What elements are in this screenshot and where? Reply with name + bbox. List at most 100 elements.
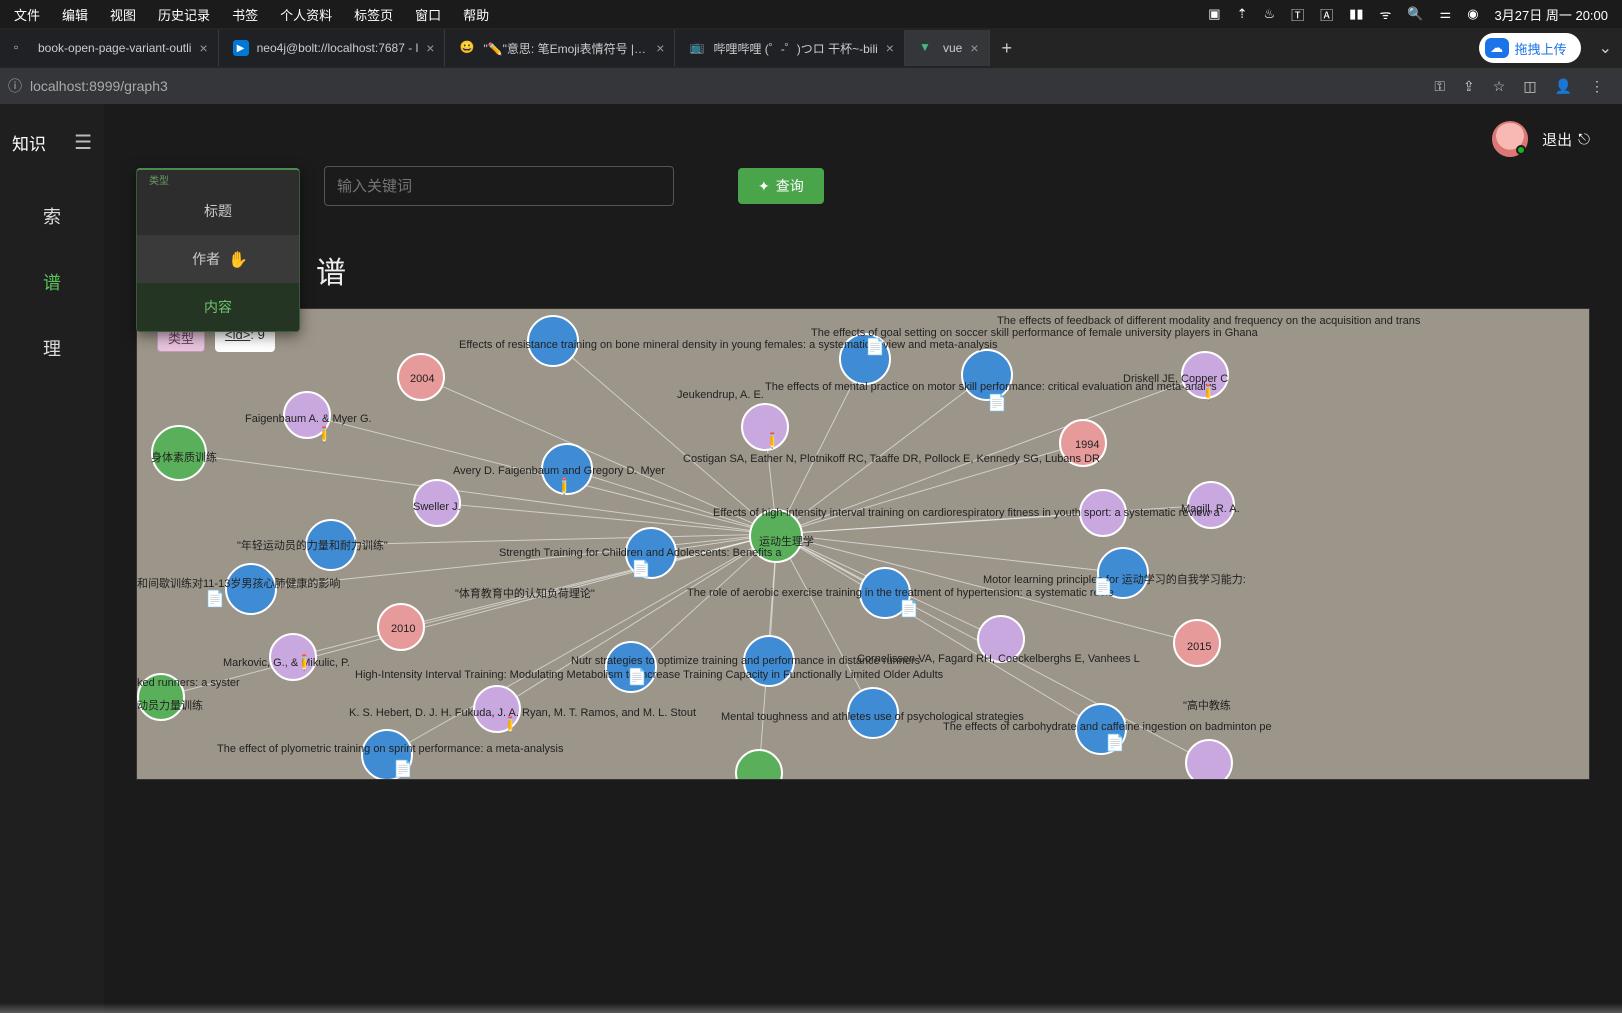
graph-label: Magill, R. A. bbox=[1181, 503, 1240, 515]
upload-button[interactable]: ☁ 拖拽上传 bbox=[1479, 33, 1581, 63]
macos-menubar: 文件 编辑 视图 历史记录 书签 个人资料 标签页 窗口 帮助 ▣ ⇡ ♨ 🅃 … bbox=[0, 0, 1622, 28]
graph-label: 身体素质训练 bbox=[151, 449, 217, 465]
avatar[interactable] bbox=[1492, 121, 1528, 157]
app-container: 知识 ☰ 索 谱 理 退出 ⎋ 类型 标题 作者 ✋ bbox=[0, 104, 1622, 1013]
tab-label: "✏️"意思: 笔Emoji表情符号 | Em bbox=[483, 40, 648, 57]
close-icon[interactable]: × bbox=[970, 40, 978, 56]
graph-label: "年轻运动员的力量和耐力训练" bbox=[237, 537, 388, 553]
sidebar-item-manage[interactable]: 理 bbox=[0, 315, 104, 381]
site-info-icon[interactable]: ⓘ bbox=[8, 76, 22, 96]
share-icon[interactable]: ⇪ bbox=[1463, 78, 1475, 95]
neo4j-icon: ▶ bbox=[233, 40, 249, 56]
header-row: 退出 ⎋ bbox=[136, 104, 1590, 174]
menu-tabs[interactable]: 标签页 bbox=[354, 5, 393, 24]
tab-neo4j[interactable]: ▶ neo4j@bolt://localhost:7687 - l × bbox=[219, 30, 446, 66]
wifi-icon[interactable]: ᯤ bbox=[1379, 5, 1391, 23]
key-icon[interactable]: ⚿ bbox=[1434, 78, 1445, 95]
bookmark-icon[interactable]: ☆ bbox=[1493, 78, 1506, 95]
tab-book-open[interactable]: ▫ book-open-page-variant-outli × bbox=[0, 30, 219, 66]
hamburger-icon[interactable]: ☰ bbox=[74, 130, 92, 155]
note-icon: 📄 bbox=[865, 337, 885, 357]
graph-node[interactable] bbox=[741, 403, 789, 451]
menu-bookmarks[interactable]: 书签 bbox=[232, 5, 258, 24]
dropdown-opt-title[interactable]: 标题 bbox=[137, 187, 299, 235]
dock-hint bbox=[0, 1003, 1622, 1013]
graph-label: 2010 bbox=[391, 623, 415, 635]
graph-node[interactable] bbox=[1185, 739, 1233, 780]
dropdown-opt-author[interactable]: 作者 ✋ bbox=[137, 235, 299, 283]
side-panel-icon[interactable]: ◫ bbox=[1523, 78, 1536, 95]
note-icon: 📄 bbox=[1105, 733, 1125, 753]
close-icon[interactable]: × bbox=[426, 40, 434, 56]
tab-label: vue bbox=[943, 41, 962, 55]
menu-edit[interactable]: 编辑 bbox=[62, 5, 88, 24]
kebab-menu-icon[interactable]: ⋮ bbox=[1590, 78, 1604, 95]
fan-icon[interactable]: ♨ bbox=[1263, 6, 1275, 22]
graph-label: K. S. Hebert, D. J. H. Fukuda, J. A. Rya… bbox=[349, 707, 696, 719]
graph-label: The effects of feedback of different mod… bbox=[997, 315, 1420, 327]
note-icon: 📄 bbox=[205, 589, 225, 609]
query-button[interactable]: ✦ 查询 bbox=[738, 168, 824, 204]
tab-emoji[interactable]: 😀 "✏️"意思: 笔Emoji表情符号 | Em × bbox=[445, 30, 675, 66]
vue-icon: ▼ bbox=[919, 40, 935, 56]
dropdown-opt-content[interactable]: 内容 bbox=[137, 283, 299, 331]
menu-help[interactable]: 帮助 bbox=[463, 5, 489, 24]
cursor-icon: ✋ bbox=[228, 252, 248, 269]
siri-icon[interactable]: ◉ bbox=[1467, 6, 1478, 22]
graph-label: High-Intensity Interval Training: Modula… bbox=[355, 669, 943, 681]
new-tab-button[interactable]: + bbox=[990, 38, 1025, 59]
spotlight-icon[interactable]: 🔍 bbox=[1407, 6, 1423, 22]
tab-vue[interactable]: ▼ vue × bbox=[905, 30, 990, 66]
menu-file[interactable]: 文件 bbox=[14, 5, 40, 24]
tab-label: book-open-page-variant-outli bbox=[38, 41, 191, 55]
brand-label: 知识 bbox=[12, 130, 46, 155]
close-icon[interactable]: × bbox=[886, 40, 894, 56]
browser-tab-strip: ▫ book-open-page-variant-outli × ▶ neo4j… bbox=[0, 28, 1622, 68]
tabs-dropdown-icon[interactable]: ⌄ bbox=[1589, 38, 1622, 58]
text-icon[interactable]: 🅃 bbox=[1291, 5, 1304, 24]
graph-label: ked runners: a syster bbox=[137, 677, 240, 689]
query-label: 查询 bbox=[776, 176, 804, 196]
opt-label: 作者 bbox=[192, 251, 220, 267]
graph-label: 运动生理学 bbox=[759, 533, 814, 549]
menu-window[interactable]: 窗口 bbox=[415, 5, 441, 24]
close-icon[interactable]: × bbox=[656, 40, 664, 56]
graph-label: 2004 bbox=[410, 373, 434, 385]
sparkle-icon: ✦ bbox=[758, 178, 770, 195]
graph-label: Effects of resistance training on bone m… bbox=[459, 339, 997, 351]
logout-button[interactable]: 退出 ⎋ bbox=[1542, 129, 1590, 150]
graph-label: The effect of plyometric training on spr… bbox=[217, 743, 563, 755]
note-icon: 📄 bbox=[1093, 577, 1113, 597]
dropdown-caption: 类型 bbox=[137, 170, 299, 187]
menu-view[interactable]: 视图 bbox=[110, 5, 136, 24]
macos-status: ▣ ⇡ ♨ 🅃 🄰 ▮▮ ᯤ 🔍 ⚌ ◉ 3月27日 周一 20:00 bbox=[1208, 5, 1608, 24]
sidebar-item-graph[interactable]: 谱 bbox=[0, 249, 104, 315]
url-text[interactable]: localhost:8999/graph3 bbox=[30, 78, 168, 94]
bilibili-icon: 📺 bbox=[689, 40, 705, 56]
control-center-icon[interactable]: ⚌ bbox=[1440, 6, 1452, 22]
keyword-input[interactable] bbox=[324, 166, 674, 206]
note-icon: 📄 bbox=[631, 559, 651, 579]
sidebar-item-search[interactable]: 索 bbox=[0, 183, 104, 249]
graph-label: "体育教育中的认知负荷理论" bbox=[455, 585, 595, 601]
datetime[interactable]: 3月27日 周一 20:00 bbox=[1495, 5, 1608, 24]
battery-icon[interactable]: ▮▮ bbox=[1349, 6, 1363, 22]
tab-label: 哔哩哔哩 (゜-゜)つロ 干杯~-bili bbox=[713, 40, 877, 57]
menu-profile[interactable]: 个人资料 bbox=[280, 5, 332, 24]
close-icon[interactable]: × bbox=[199, 40, 207, 56]
address-bar: ⓘ localhost:8999/graph3 ⚿ ⇪ ☆ ◫ 👤 ⋮ bbox=[0, 68, 1622, 104]
note-icon: 📄 bbox=[627, 667, 647, 687]
input-source-icon[interactable]: 🄰 bbox=[1320, 5, 1333, 24]
screen-record-icon[interactable]: ▣ bbox=[1208, 6, 1220, 22]
tab-bilibili[interactable]: 📺 哔哩哔哩 (゜-゜)つロ 干杯~-bili × bbox=[675, 30, 905, 66]
graph-label: The role of aerobic exercise training in… bbox=[687, 587, 1114, 599]
upload-arrow-icon[interactable]: ⇡ bbox=[1237, 6, 1248, 22]
profile-icon[interactable]: 👤 bbox=[1555, 78, 1572, 95]
page-title: 谱 bbox=[316, 248, 1590, 292]
graph-panel[interactable]: 类型 <id>: 9 Effects of resistance trainin… bbox=[136, 308, 1590, 780]
graph-label: Cornelissen VA, Fagard RH, Coeckelberghs… bbox=[857, 653, 1140, 665]
graph-label: Driskell JE, Copper C bbox=[1123, 373, 1228, 385]
graph-label: 和间歇训练对11-13岁男孩心肺健康的影响 bbox=[137, 575, 340, 591]
graph-label: Markovic, G., & Mikulic, P. bbox=[223, 657, 350, 669]
menu-history[interactable]: 历史记录 bbox=[158, 5, 210, 24]
